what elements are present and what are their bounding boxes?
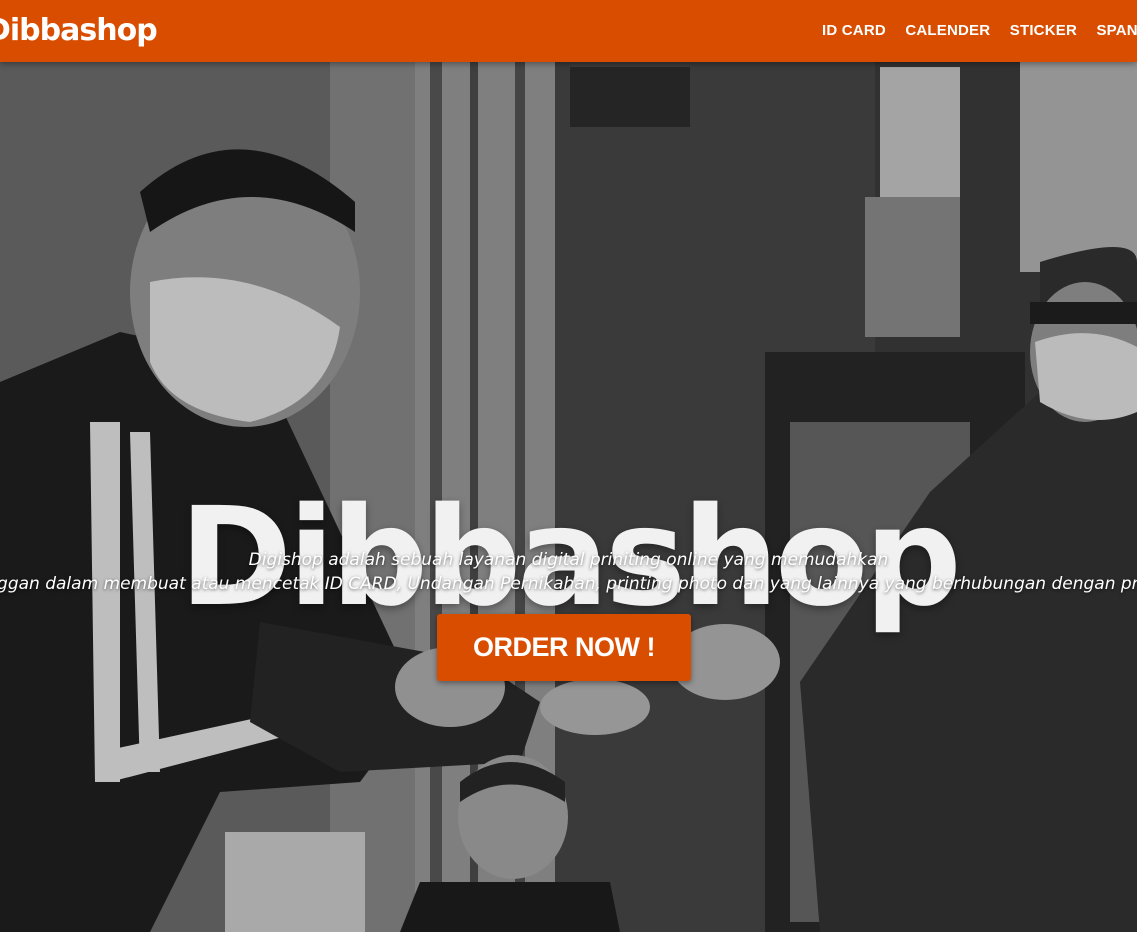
brand-logo[interactable]: Dibbashop [0,13,158,48]
nav-links: ID CARD CALENDER STICKER SPANDUK [822,22,1137,40]
top-navbar: Dibbashop ID CARD CALENDER STICKER SPAND… [0,0,1137,62]
nav-link-id-card[interactable]: ID CARD [822,22,886,39]
order-now-button[interactable]: ORDER NOW ! [437,614,691,681]
nav-link-sticker[interactable]: STICKER [1010,22,1077,39]
hero-subtitle-line2: pelanggan dalam membuat atau mencetak ID… [0,574,1137,594]
nav-link-calender[interactable]: CALENDER [905,22,990,39]
hero-subtitle-line1: Digishop adalah sebuah layanan digital p… [248,550,889,570]
nav-link-spanduk[interactable]: SPANDUK [1096,22,1137,39]
hero-section: Dibbashop Digishop adalah sebuah layanan… [0,62,1137,932]
